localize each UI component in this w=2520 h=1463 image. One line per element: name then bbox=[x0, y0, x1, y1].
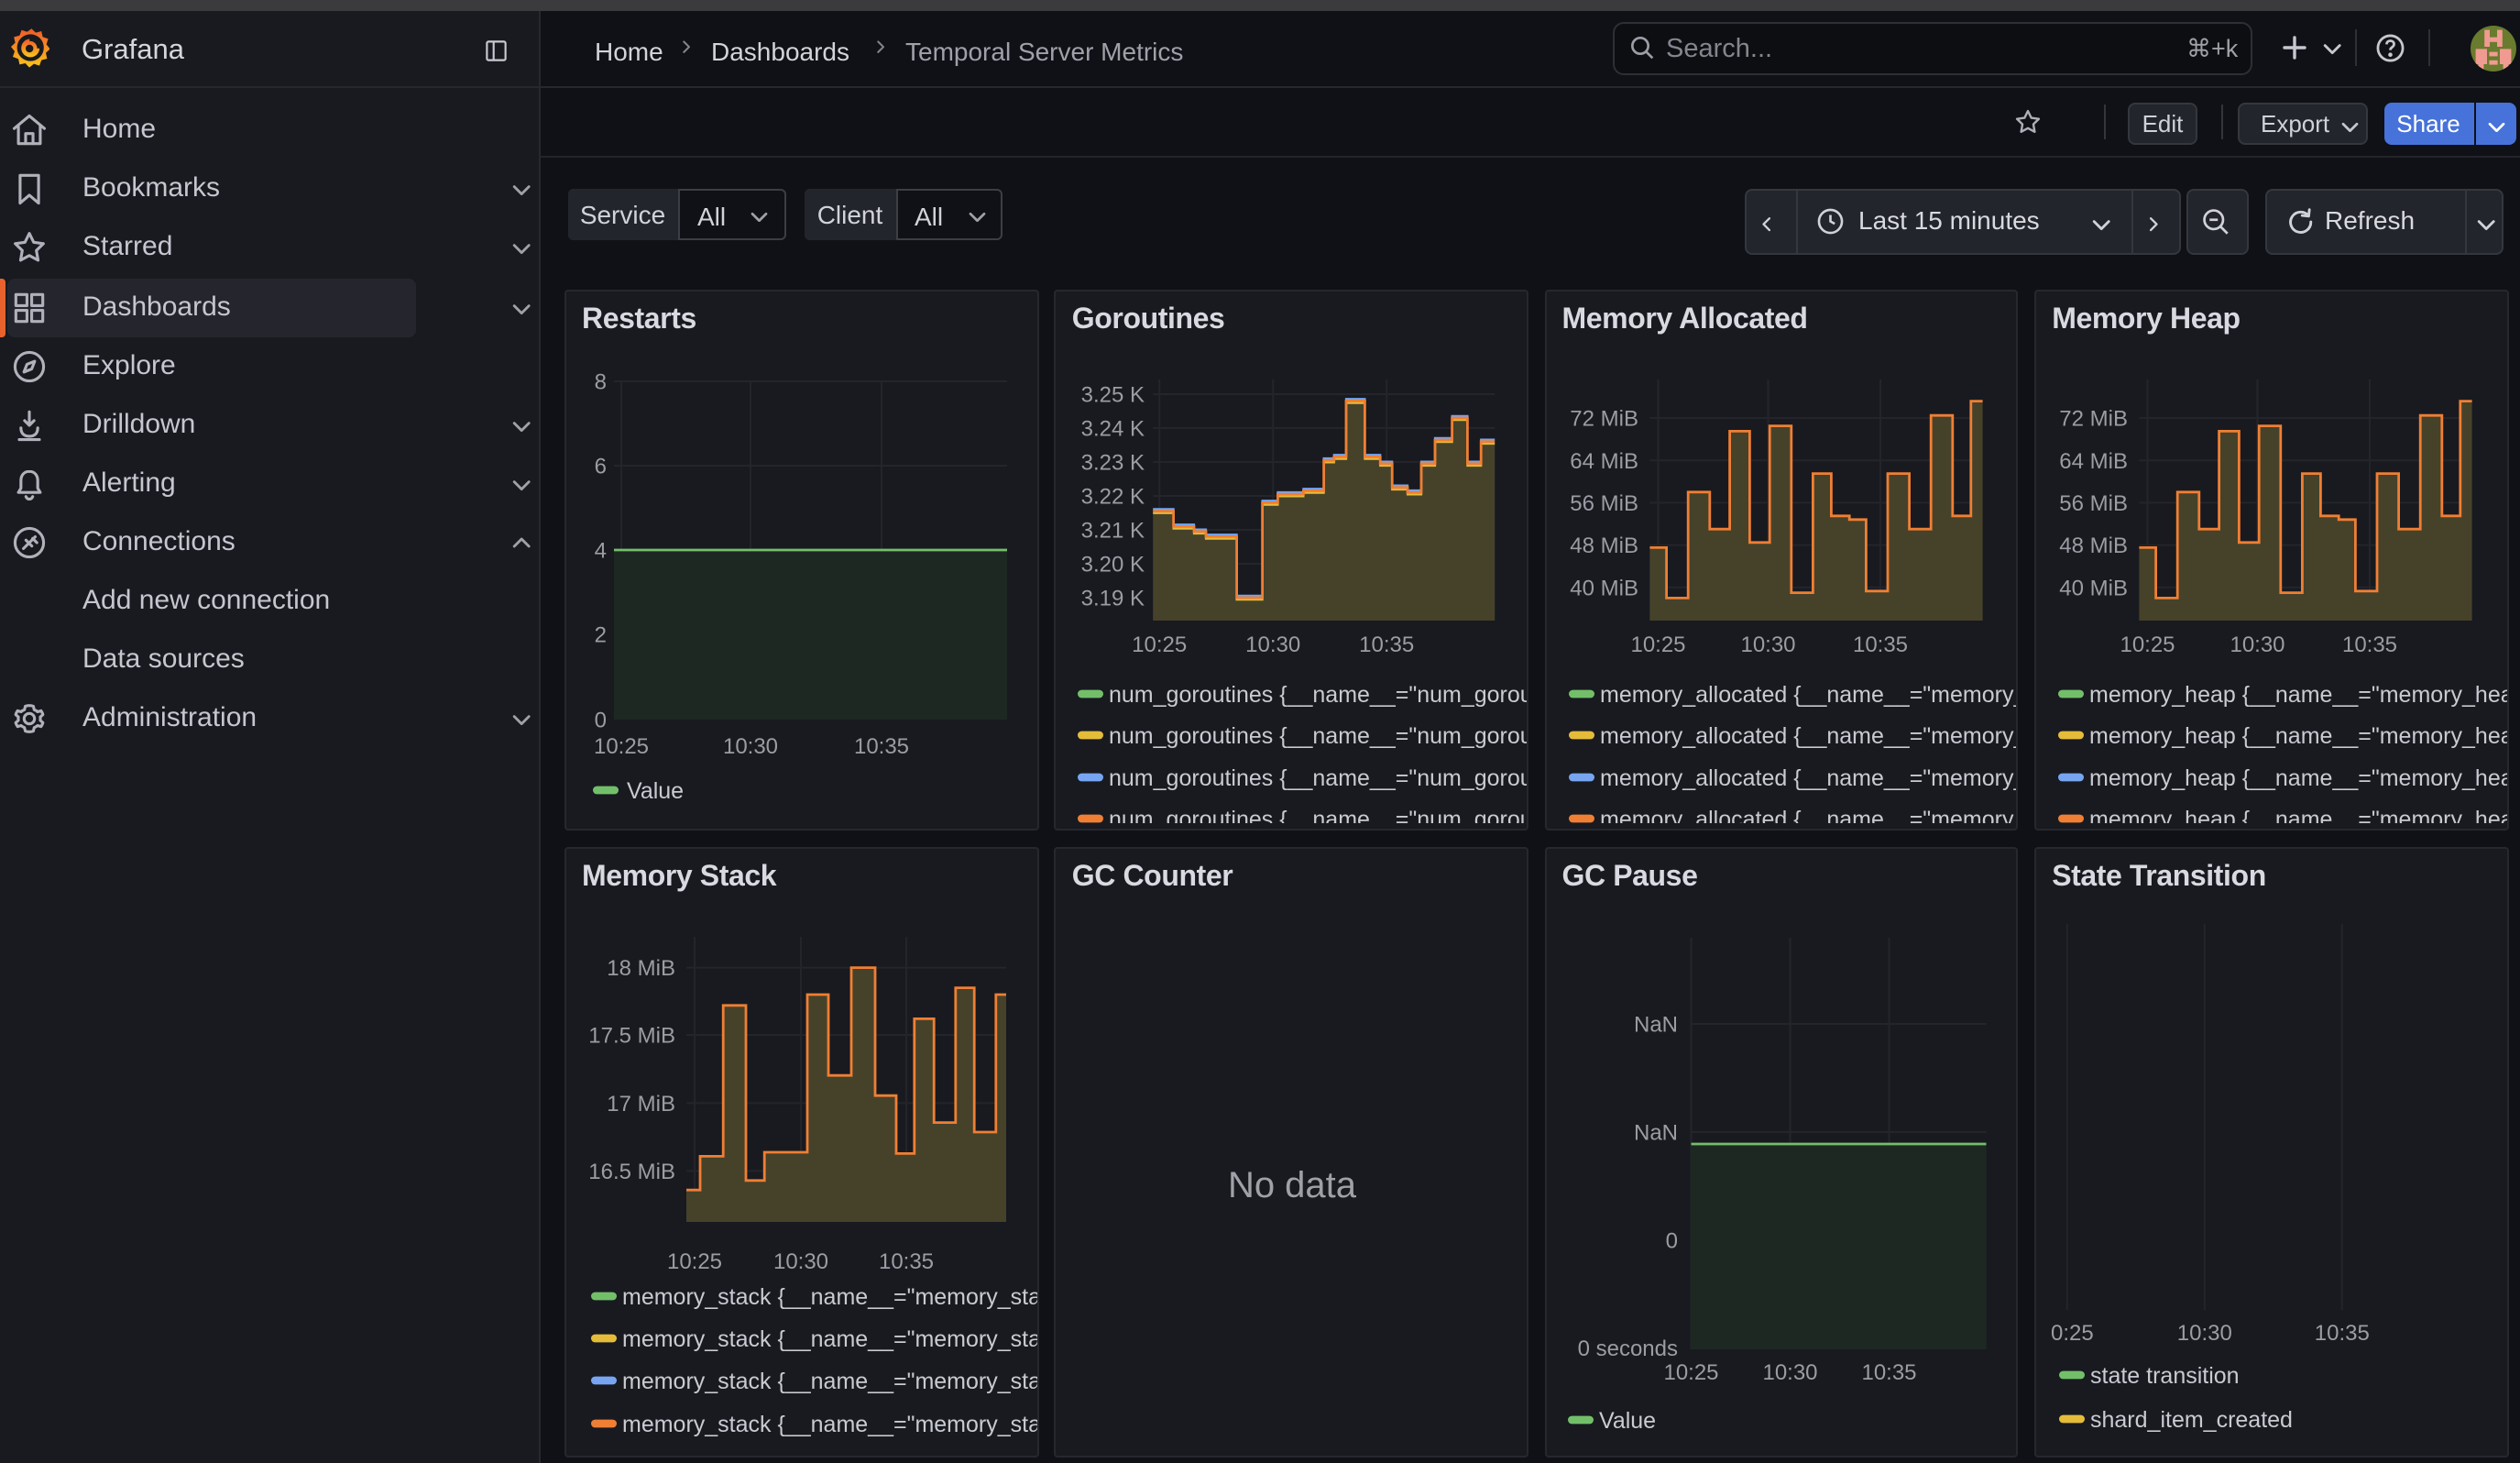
svg-text:0:25: 0:25 bbox=[2051, 1320, 2094, 1345]
svg-text:memory_heap {__name__="memory_: memory_heap {__name__="memory_heap", ins… bbox=[2089, 682, 2508, 708]
svg-text:10:25: 10:25 bbox=[1663, 1359, 1718, 1384]
svg-text:64 MiB: 64 MiB bbox=[2059, 449, 2128, 474]
svg-text:10:25: 10:25 bbox=[1630, 632, 1685, 657]
svg-text:10:35: 10:35 bbox=[1852, 632, 1907, 657]
svg-text:10:25: 10:25 bbox=[1133, 632, 1188, 657]
svg-text:memory_heap {__name__="memory_: memory_heap {__name__="memory_heap", ins… bbox=[2089, 723, 2508, 749]
svg-text:memory_allocated {__name__="me: memory_allocated {__name__="memory_alloc… bbox=[1600, 765, 2019, 791]
svg-text:Value: Value bbox=[1599, 1407, 1656, 1433]
svg-text:3.23 K: 3.23 K bbox=[1081, 451, 1145, 476]
svg-text:3.21 K: 3.21 K bbox=[1081, 519, 1145, 544]
svg-text:10:30: 10:30 bbox=[723, 734, 778, 759]
svg-text:memory_heap {__name__="memory_: memory_heap {__name__="memory_heap", ins… bbox=[2089, 807, 2508, 823]
svg-text:3.24 K: 3.24 K bbox=[1081, 417, 1145, 442]
svg-text:10:30: 10:30 bbox=[2230, 632, 2285, 657]
svg-text:num_goroutines {__name__="num_: num_goroutines {__name__="num_goroutines… bbox=[1110, 682, 1528, 708]
svg-text:40 MiB: 40 MiB bbox=[2059, 576, 2128, 600]
svg-text:17 MiB: 17 MiB bbox=[607, 1091, 675, 1116]
svg-text:memory_allocated {__name__="me: memory_allocated {__name__="memory_alloc… bbox=[1600, 807, 2019, 823]
svg-text:18 MiB: 18 MiB bbox=[607, 955, 675, 980]
svg-text:0: 0 bbox=[1665, 1228, 1677, 1253]
svg-text:40 MiB: 40 MiB bbox=[1570, 576, 1638, 600]
svg-text:72 MiB: 72 MiB bbox=[1570, 407, 1638, 432]
svg-text:8: 8 bbox=[595, 370, 607, 395]
svg-text:No data: No data bbox=[1229, 1164, 1358, 1204]
svg-text:10:35: 10:35 bbox=[2315, 1320, 2370, 1345]
svg-text:48 MiB: 48 MiB bbox=[2059, 534, 2128, 558]
svg-text:17.5 MiB: 17.5 MiB bbox=[588, 1023, 675, 1048]
svg-text:4: 4 bbox=[595, 539, 607, 564]
svg-text:10:35: 10:35 bbox=[1360, 632, 1415, 657]
svg-text:memory_heap {__name__="memory_: memory_heap {__name__="memory_heap", ins… bbox=[2089, 765, 2508, 791]
svg-text:NaN: NaN bbox=[1633, 1120, 1677, 1145]
svg-text:10:35: 10:35 bbox=[854, 734, 909, 759]
svg-text:num_goroutines {__name__="num_: num_goroutines {__name__="num_goroutines… bbox=[1110, 723, 1528, 749]
svg-text:56 MiB: 56 MiB bbox=[2059, 491, 2128, 516]
svg-text:memory_stack {__name__="memory: memory_stack {__name__="memory_stack", i… bbox=[622, 1368, 1038, 1393]
svg-text:memory_stack {__name__="memory: memory_stack {__name__="memory_stack", i… bbox=[622, 1411, 1038, 1436]
svg-text:shard_item_created: shard_item_created bbox=[2090, 1406, 2293, 1432]
svg-text:56 MiB: 56 MiB bbox=[1570, 491, 1638, 516]
svg-text:10:30: 10:30 bbox=[2177, 1320, 2232, 1345]
svg-text:memory_allocated {__name__="me: memory_allocated {__name__="memory_alloc… bbox=[1600, 723, 2019, 749]
svg-text:10:30: 10:30 bbox=[1246, 632, 1301, 657]
svg-text:memory_stack {__name__="memory: memory_stack {__name__="memory_stack", i… bbox=[622, 1283, 1038, 1309]
svg-text:16.5 MiB: 16.5 MiB bbox=[588, 1159, 675, 1183]
svg-text:0: 0 bbox=[595, 709, 607, 733]
svg-text:10:30: 10:30 bbox=[1762, 1359, 1817, 1384]
svg-text:48 MiB: 48 MiB bbox=[1570, 534, 1638, 558]
svg-text:10:30: 10:30 bbox=[773, 1248, 828, 1273]
svg-text:num_goroutines {__name__="num_: num_goroutines {__name__="num_goroutines… bbox=[1110, 765, 1528, 791]
svg-text:10:25: 10:25 bbox=[667, 1248, 722, 1273]
svg-text:2: 2 bbox=[595, 623, 607, 648]
svg-text:3.19 K: 3.19 K bbox=[1081, 587, 1145, 611]
svg-text:10:35: 10:35 bbox=[879, 1248, 934, 1273]
svg-text:10:35: 10:35 bbox=[2342, 632, 2397, 657]
svg-text:3.20 K: 3.20 K bbox=[1081, 553, 1145, 578]
svg-text:state transition: state transition bbox=[2090, 1362, 2240, 1388]
svg-text:10:25: 10:25 bbox=[594, 734, 649, 759]
svg-text:72 MiB: 72 MiB bbox=[2059, 407, 2128, 432]
svg-text:3.22 K: 3.22 K bbox=[1081, 485, 1145, 510]
svg-text:memory_allocated {__name__="me: memory_allocated {__name__="memory_alloc… bbox=[1600, 682, 2019, 708]
svg-text:NaN: NaN bbox=[1633, 1012, 1677, 1037]
svg-text:num_goroutines {__name__="num_: num_goroutines {__name__="num_goroutines… bbox=[1110, 807, 1528, 823]
svg-text:0 seconds: 0 seconds bbox=[1577, 1336, 1677, 1360]
svg-text:memory_stack {__name__="memory: memory_stack {__name__="memory_stack", i… bbox=[622, 1326, 1038, 1351]
svg-text:64 MiB: 64 MiB bbox=[1570, 449, 1638, 474]
svg-text:6: 6 bbox=[595, 455, 607, 479]
svg-text:10:25: 10:25 bbox=[2120, 632, 2175, 657]
svg-text:3.25 K: 3.25 K bbox=[1081, 383, 1145, 408]
svg-text:10:30: 10:30 bbox=[1740, 632, 1795, 657]
svg-text:Value: Value bbox=[627, 778, 684, 804]
svg-text:10:35: 10:35 bbox=[1861, 1359, 1916, 1384]
